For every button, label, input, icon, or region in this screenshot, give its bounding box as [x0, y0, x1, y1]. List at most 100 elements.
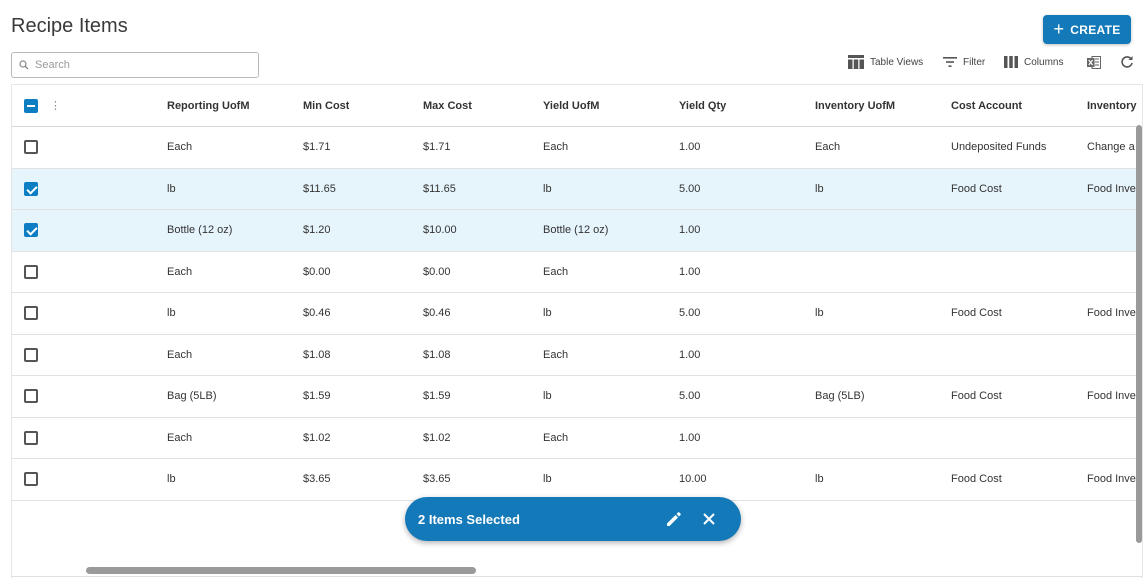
table-views-button[interactable]: Table Views	[848, 53, 923, 71]
row-select-cell	[24, 210, 38, 251]
table-row[interactable]: lb $3.65 $3.65 lb 10.00 lb Food Cost Food Inve	[12, 459, 1136, 501]
row-checkbox[interactable]	[24, 472, 38, 487]
vertical-scrollbar[interactable]	[1136, 125, 1142, 543]
table-cell: Bottle (12 oz)	[167, 224, 233, 237]
table-cell: Bottle (12 oz)	[543, 224, 609, 237]
export-excel-button[interactable]	[1087, 53, 1101, 71]
table-cell: Each	[543, 431, 569, 444]
table-cell: lb	[815, 182, 824, 195]
column-header[interactable]: Reporting UofM	[167, 85, 249, 126]
table-row[interactable]: Each $1.02 $1.02 Each 1.00	[12, 418, 1136, 459]
header-kebab-icon[interactable]: ⋮	[50, 85, 61, 126]
create-button-label: CREATE	[1070, 22, 1121, 37]
row-select-cell	[24, 335, 38, 376]
row-select-cell	[24, 252, 38, 293]
row-select-cell	[24, 418, 38, 459]
table-toolbar: Table Views Filter Columns	[0, 53, 1147, 71]
table-cell: $1.20	[303, 224, 331, 237]
table-cell: 1.00	[679, 348, 701, 361]
row-select-cell	[24, 169, 38, 210]
table-cell: $3.65	[423, 473, 451, 486]
table-cell: Bag (5LB)	[815, 390, 865, 403]
table-cell: 1.00	[679, 141, 701, 154]
row-checkbox[interactable]	[24, 264, 38, 279]
table-cell: Food Inve	[1087, 307, 1136, 320]
table-row[interactable]: lb $11.65 $11.65 lb 5.00 lb Food Cost Food Inve	[12, 168, 1136, 210]
table-header-row: ⋮ Reporting UofM Min Cost Max Cost Yield…	[12, 85, 1137, 127]
horizontal-scrollbar[interactable]	[86, 567, 476, 574]
table-row[interactable]: Each $1.08 $1.08 Each 1.00	[12, 335, 1136, 376]
table-cell: Each	[167, 431, 193, 444]
edit-icon[interactable]	[664, 509, 684, 529]
table-cell: $1.59	[303, 390, 331, 403]
table-cell: $1.08	[303, 348, 331, 361]
table-cell: Food Cost	[951, 182, 1002, 195]
table-row[interactable]: lb $0.46 $0.46 lb 5.00 lb Food Cost Food Inve	[12, 293, 1136, 335]
column-header[interactable]: Inventory	[1087, 85, 1137, 126]
table-cell: $0.00	[423, 265, 451, 278]
table-cell: Food Cost	[951, 473, 1002, 486]
table-cell: lb	[543, 182, 552, 195]
columns-label: Columns	[1024, 56, 1064, 68]
filter-label: Filter	[963, 56, 986, 68]
column-header[interactable]: Yield Qty	[679, 85, 726, 126]
table-row[interactable]: Each $1.71 $1.71 Each 1.00 Each Undeposited Fu…	[12, 127, 1136, 169]
close-icon[interactable]	[700, 510, 718, 528]
table-cell: 1.00	[679, 265, 701, 278]
row-select-cell	[24, 293, 38, 334]
table-cell: lb	[543, 390, 552, 403]
row-checkbox[interactable]	[24, 140, 38, 155]
table-cell: 5.00	[679, 307, 701, 320]
table-cell: Each	[167, 265, 193, 278]
filter-button[interactable]: Filter	[943, 53, 985, 71]
table-cell: $3.65	[303, 473, 331, 486]
row-checkbox[interactable]	[24, 430, 38, 445]
columns-button[interactable]: Columns	[1004, 53, 1063, 71]
table-cell: 10.00	[679, 473, 707, 486]
table-cell: 1.00	[679, 431, 701, 444]
table-cell: 1.00	[679, 224, 701, 237]
row-checkbox[interactable]	[24, 347, 38, 362]
table-row[interactable]: Bag (5LB) $1.59 $1.59 lb 5.00 Bag (5LB) Food C…	[12, 376, 1136, 418]
table-cell: Undeposited Funds	[951, 141, 1047, 154]
row-checkbox[interactable]	[24, 389, 38, 404]
row-checkbox[interactable]	[24, 181, 38, 196]
header-select-cell	[24, 85, 38, 126]
table-cell: Bag (5LB)	[167, 390, 217, 403]
column-header[interactable]: Min Cost	[303, 85, 349, 126]
table-cell: $1.71	[423, 141, 451, 154]
table-cell: $0.00	[303, 265, 331, 278]
filter-icon	[943, 57, 957, 67]
table-cell: Food Cost	[951, 307, 1002, 320]
refresh-button[interactable]	[1120, 53, 1134, 71]
column-header[interactable]: Cost Account	[951, 85, 1022, 126]
select-all-checkbox[interactable]	[24, 98, 38, 113]
table-cell: $11.65	[303, 182, 336, 195]
table-cell: $0.46	[303, 307, 331, 320]
plus-icon: +	[1053, 18, 1065, 39]
table-row[interactable]: Bottle (12 oz) $1.20 $10.00 Bottle (12 oz) 1…	[12, 210, 1136, 252]
excel-icon	[1087, 55, 1101, 69]
table-row[interactable]: Each $0.00 $0.00 Each 1.00	[12, 252, 1136, 293]
row-select-cell	[24, 459, 38, 500]
selection-count-label: 2 Items Selected	[418, 511, 520, 527]
row-select-cell	[24, 127, 38, 168]
row-checkbox[interactable]	[24, 306, 38, 321]
table-cell: $1.59	[423, 390, 451, 403]
table-cell: 5.00	[679, 182, 701, 195]
selection-action-bar: 2 Items Selected	[405, 497, 741, 541]
column-header[interactable]: Max Cost	[423, 85, 472, 126]
table-cell: lb	[167, 307, 176, 320]
create-button[interactable]: + CREATE	[1043, 15, 1131, 44]
table-cell: Each	[543, 348, 569, 361]
table-cell: lb	[167, 473, 176, 486]
refresh-icon	[1121, 56, 1133, 68]
column-header[interactable]: Inventory UofM	[815, 85, 895, 126]
table-cell: Food Inve	[1087, 182, 1136, 195]
table-cell: Each	[543, 265, 569, 278]
row-checkbox[interactable]	[24, 223, 38, 238]
column-header[interactable]: Yield UofM	[543, 85, 599, 126]
table-cell: lb	[543, 307, 552, 320]
table-cell: Change a	[1087, 141, 1135, 154]
table-cell: $10.00	[423, 224, 457, 237]
